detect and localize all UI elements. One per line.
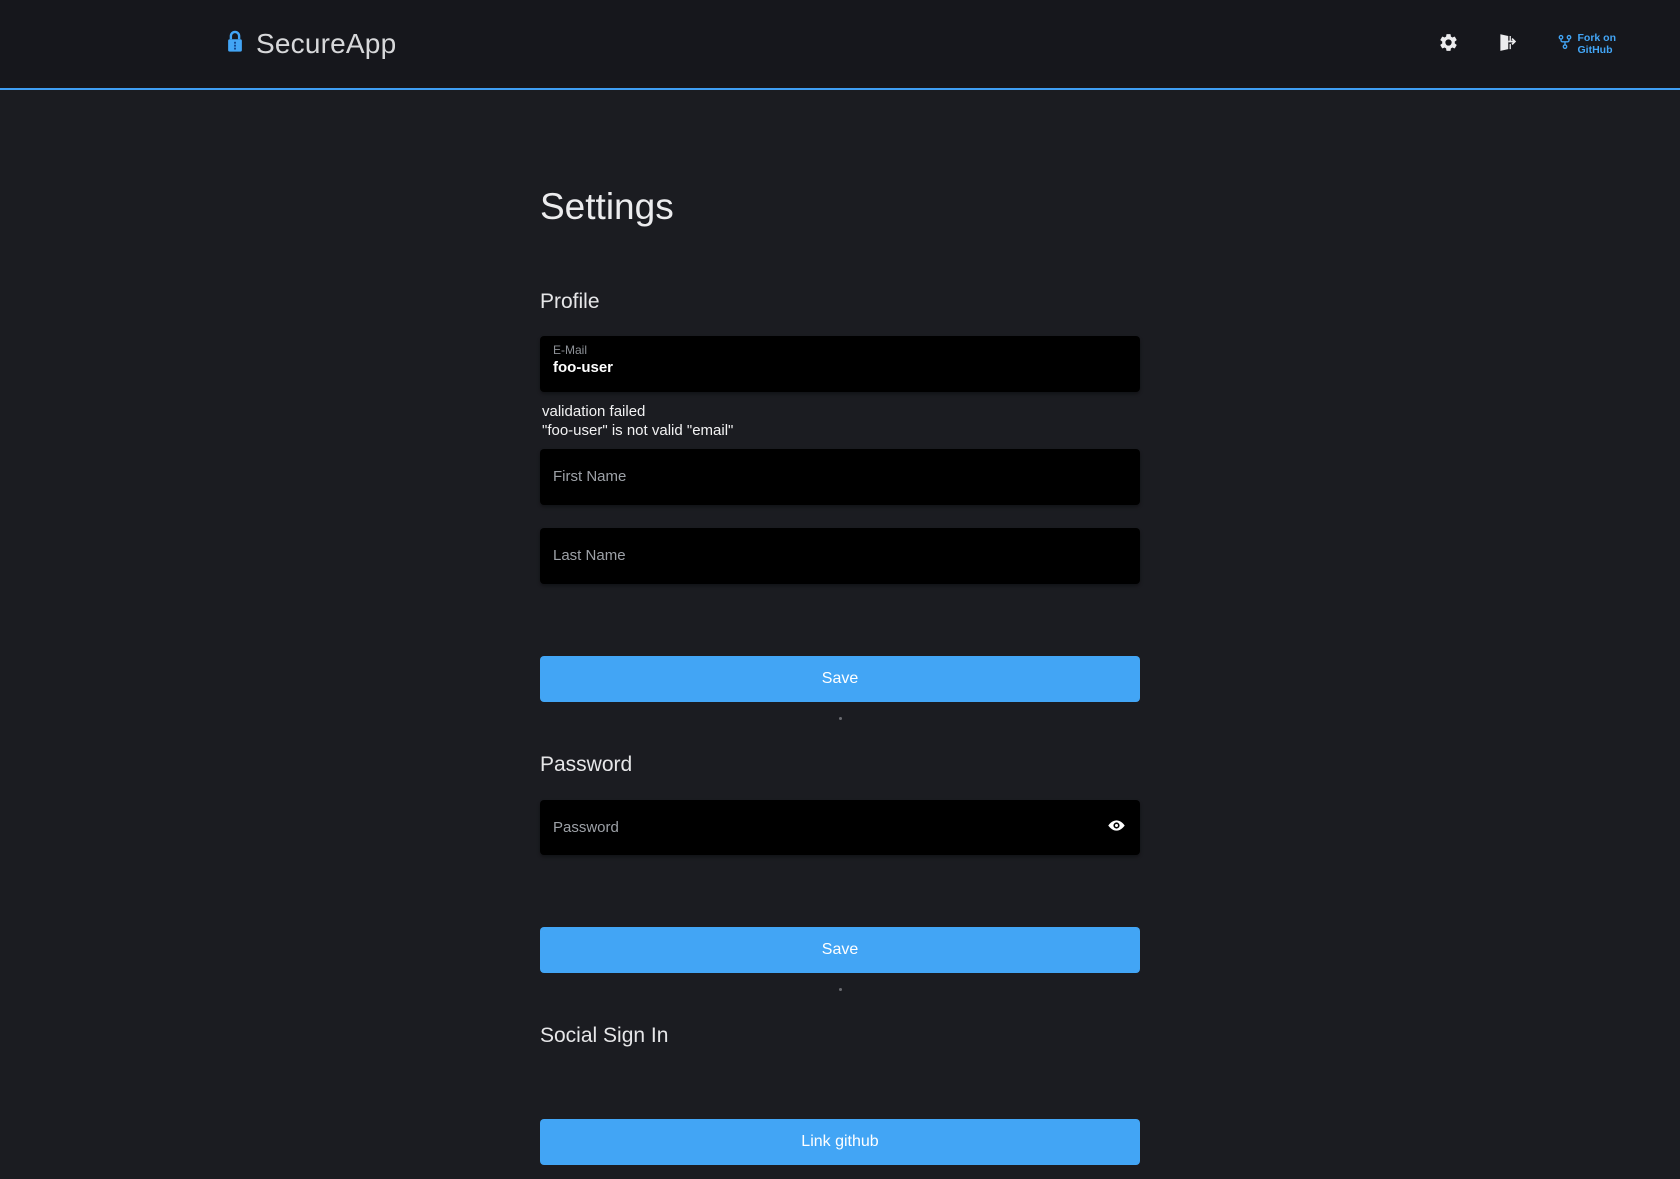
settings-button[interactable] xyxy=(1437,32,1461,56)
validation-line2: "foo-user" is not valid "email" xyxy=(542,421,1140,440)
first-name-field[interactable] xyxy=(540,449,1140,505)
email-label: E-Mail xyxy=(553,343,1126,359)
settings-page: Settings Profile E-Mail validation faile… xyxy=(540,90,1140,1165)
page-title: Settings xyxy=(540,186,1140,229)
password-heading: Password xyxy=(540,752,1140,777)
eye-icon xyxy=(1107,816,1126,838)
profile-heading: Profile xyxy=(540,289,1140,314)
header-actions: Fork on GitHub xyxy=(1437,32,1617,56)
email-validation-message: validation failed "foo-user" is not vali… xyxy=(540,402,1140,440)
fork-link-line1: Fork on xyxy=(1578,32,1617,44)
fork-link-line2: GitHub xyxy=(1578,44,1617,56)
first-name-input[interactable] xyxy=(553,468,1126,485)
last-name-field[interactable] xyxy=(540,528,1140,584)
validation-line1: validation failed xyxy=(542,402,1140,421)
brand: SecureApp xyxy=(224,28,396,60)
password-field[interactable] xyxy=(540,800,1140,855)
logout-button[interactable] xyxy=(1495,32,1519,56)
social-sign-in-heading: Social Sign In xyxy=(540,1023,1140,1048)
gear-icon xyxy=(1438,32,1459,56)
password-input[interactable] xyxy=(553,819,1099,836)
logout-icon xyxy=(1496,32,1517,56)
fork-on-github-link[interactable]: Fork on GitHub xyxy=(1557,32,1617,56)
git-fork-icon xyxy=(1557,34,1573,55)
lock-icon xyxy=(224,29,246,55)
last-name-input[interactable] xyxy=(553,547,1126,564)
save-profile-button[interactable]: Save xyxy=(540,656,1140,702)
section-dot xyxy=(839,717,842,720)
save-password-button[interactable]: Save xyxy=(540,927,1140,973)
link-github-button[interactable]: Link github xyxy=(540,1119,1140,1165)
show-password-button[interactable] xyxy=(1107,816,1126,838)
app-title: SecureApp xyxy=(256,28,396,60)
fork-link-text: Fork on GitHub xyxy=(1578,32,1617,56)
app-header: SecureApp xyxy=(0,0,1680,90)
email-field[interactable]: E-Mail xyxy=(540,336,1140,392)
section-dot xyxy=(839,988,842,991)
email-input[interactable] xyxy=(553,359,1126,376)
